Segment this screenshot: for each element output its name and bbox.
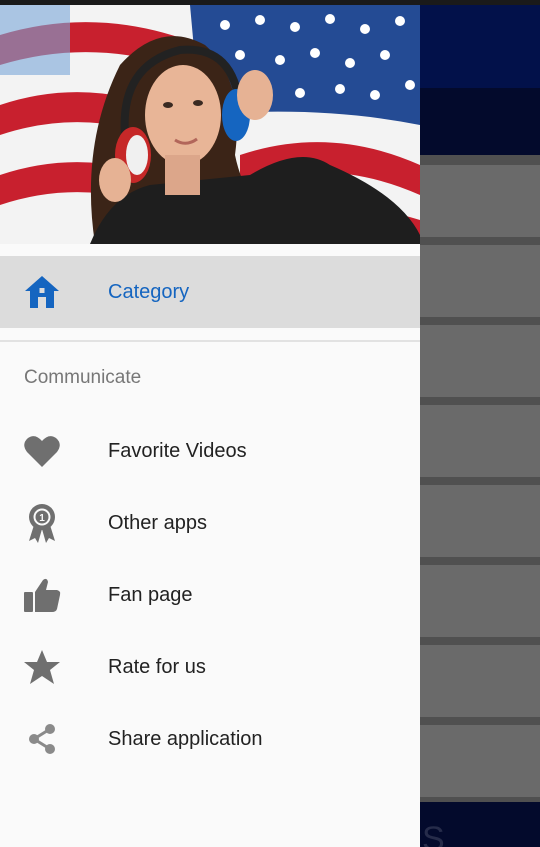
drawer-item-fan-page[interactable]: Fan page [0,564,420,626]
section-title: Communicate [24,367,142,388]
share-icon [22,719,62,759]
list-item[interactable] [420,565,540,637]
drawer-item-share-application[interactable]: Share application [0,708,420,770]
drawer-item-label: Category [108,280,190,303]
drawer-item-label: Rate for us [108,655,206,678]
svg-text:1: 1 [39,513,45,524]
drawer-item-category[interactable]: Category [0,256,420,328]
list-item[interactable] [420,245,540,317]
star-icon [22,647,62,687]
drawer-item-label: Other apps [108,511,207,534]
drawer-item-label: Share application [108,727,263,750]
thumbs-up-icon [22,575,62,615]
list-item[interactable] [420,645,540,717]
drawer-item-rate-for-us[interactable]: Rate for us [0,636,420,698]
drawer-item-favorite-videos[interactable]: Favorite Videos [0,420,420,482]
drawer-item-other-apps[interactable]: 1 Other apps [0,492,420,554]
drawer-header-image [0,5,420,244]
app-bottom-bar: S [420,802,540,847]
navigation-drawer: Category Communicate Favorite Videos 1 O… [0,5,420,847]
drawer-item-label: Favorite Videos [108,439,247,462]
award-ribbon-icon: 1 [22,503,62,543]
drawer-item-label: Fan page [108,583,193,606]
list-item[interactable] [420,485,540,557]
app-toolbar [420,5,540,88]
list-item[interactable] [420,165,540,237]
list-item[interactable] [420,725,540,797]
list-item[interactable] [420,325,540,397]
app-subbar [420,88,540,155]
home-icon [22,272,62,312]
divider [0,340,420,342]
list-item[interactable] [420,405,540,477]
heart-icon [22,431,62,471]
